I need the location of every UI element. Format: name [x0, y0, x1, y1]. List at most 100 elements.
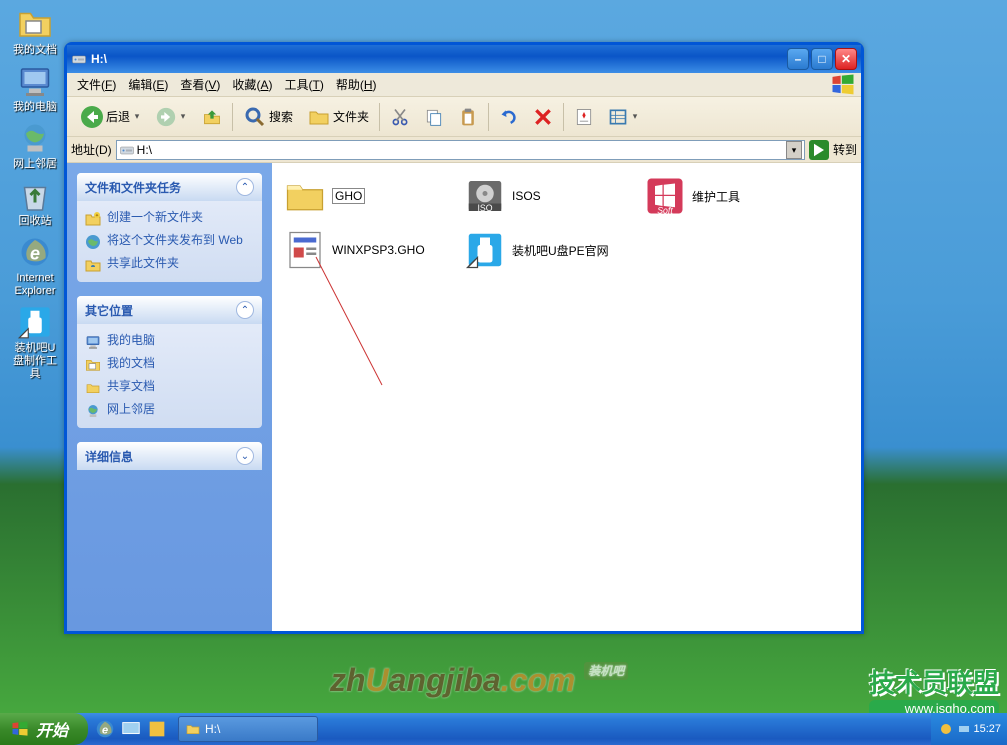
desktop-icon-recycle-bin[interactable]: 回收站: [10, 177, 60, 228]
panel-other-places: 其它位置 ⌃ 我的电脑 我的文档 共享文档 网上邻居: [77, 296, 262, 428]
chevron-up-icon[interactable]: ⌃: [236, 178, 254, 196]
start-label: 开始: [36, 717, 68, 741]
content-area: 文件和文件夹任务 ⌃ 创建一个新文件夹 将这个文件夹发布到 Web 共享此文件夹…: [67, 163, 861, 631]
panel-header[interactable]: 文件和文件夹任务 ⌃: [77, 173, 262, 201]
tray-icon[interactable]: [957, 722, 971, 736]
watermark-jsgho: 技术员联盟 www.jsgho.com: [869, 663, 999, 717]
panel-file-tasks: 文件和文件夹任务 ⌃ 创建一个新文件夹 将这个文件夹发布到 Web 共享此文件夹: [77, 173, 262, 282]
explorer-window: H:\ – □ ✕ 文件(F) 编辑(E) 查看(V) 收藏(A) 工具(T) …: [64, 42, 864, 634]
up-button[interactable]: [196, 105, 228, 129]
minimize-button[interactable]: –: [787, 48, 809, 70]
desktop-icon-my-documents[interactable]: 我的文档: [10, 6, 60, 57]
separator: [563, 103, 564, 131]
desktop-icon-label: 回收站: [10, 215, 60, 228]
cut-button[interactable]: [384, 105, 416, 129]
place-label: 我的电脑: [107, 333, 155, 348]
task-new-folder[interactable]: 创建一个新文件夹: [85, 207, 254, 230]
quick-launch-item[interactable]: [146, 718, 168, 740]
window-title: H:\: [91, 52, 785, 66]
folder-icon: [284, 175, 326, 217]
file-label: WINXPSP3.GHO: [332, 243, 425, 257]
desktop-icon-label: Internet Explorer: [10, 272, 60, 298]
back-label: 后退: [106, 108, 130, 125]
file-area[interactable]: GHO ISOS 维护工具 WINXPSP3.GHO 装机吧U盘PE官网: [272, 163, 861, 631]
desktop-icon-internet-explorer[interactable]: Internet Explorer: [10, 234, 60, 298]
forward-button[interactable]: ▾: [150, 105, 194, 129]
chevron-down-icon[interactable]: ▾: [178, 111, 188, 122]
desktop-icon-network-places[interactable]: 网上邻居: [10, 120, 60, 171]
chevron-down-icon[interactable]: ▾: [132, 111, 142, 122]
task-share-folder[interactable]: 共享此文件夹: [85, 253, 254, 276]
system-tray[interactable]: 15:27: [931, 713, 1007, 745]
chevron-down-icon[interactable]: ▾: [630, 111, 640, 122]
desktop-icon-label: 我的电脑: [10, 101, 60, 114]
desktop-icon-label: 我的文档: [10, 44, 60, 57]
undo-button[interactable]: [493, 105, 525, 129]
address-input[interactable]: [137, 143, 786, 157]
menu-tools[interactable]: 工具(T): [278, 74, 329, 95]
delete-button[interactable]: [527, 105, 559, 129]
usb-tool-icon: [17, 304, 53, 340]
chevron-down-icon[interactable]: ⌄: [236, 447, 254, 465]
taskbar-task-explorer[interactable]: H:\: [178, 716, 318, 742]
file-item-maintenance-tools[interactable]: 维护工具: [644, 175, 824, 217]
separator: [488, 103, 489, 131]
menu-view[interactable]: 查看(V): [174, 74, 226, 95]
toolbar: 后退▾ ▾ 搜索 文件夹 ▾: [67, 97, 861, 137]
menu-help[interactable]: 帮助(H): [330, 74, 383, 95]
sidebar: 文件和文件夹任务 ⌃ 创建一个新文件夹 将这个文件夹发布到 Web 共享此文件夹…: [67, 163, 272, 631]
chevron-up-icon[interactable]: ⌃: [236, 301, 254, 319]
search-button[interactable]: 搜索: [237, 103, 299, 131]
quick-launch-ie[interactable]: [94, 718, 116, 740]
place-label: 共享文档: [107, 379, 155, 394]
properties-button[interactable]: [568, 105, 600, 129]
file-item-isos[interactable]: ISOS: [464, 175, 644, 217]
menu-favorites[interactable]: 收藏(A): [226, 74, 278, 95]
file-label: 维护工具: [692, 188, 740, 205]
desktop-icons-column: 我的文档 我的电脑 网上邻居 回收站 Internet Explorer 装机吧…: [10, 0, 70, 387]
task-label: 共享此文件夹: [107, 256, 179, 271]
panel-title: 详细信息: [85, 448, 236, 465]
file-item-winxpsp3-gho[interactable]: WINXPSP3.GHO: [284, 229, 464, 271]
place-label: 我的文档: [107, 356, 155, 371]
clock[interactable]: 15:27: [973, 723, 1001, 735]
task-publish-web[interactable]: 将这个文件夹发布到 Web: [85, 230, 254, 253]
paste-button[interactable]: [452, 105, 484, 129]
place-shared-documents[interactable]: 共享文档: [85, 376, 254, 399]
desktop-icon-zhuangji-tool[interactable]: 装机吧U盘制作工具: [10, 304, 60, 381]
copy-button[interactable]: [418, 105, 450, 129]
windows-logo-icon: [10, 719, 30, 739]
place-my-documents[interactable]: 我的文档: [85, 353, 254, 376]
file-item-gho-folder[interactable]: GHO: [284, 175, 464, 217]
folders-label: 文件夹: [333, 108, 369, 125]
task-label: 将这个文件夹发布到 Web: [107, 233, 243, 248]
quick-launch: [88, 718, 174, 740]
separator: [232, 103, 233, 131]
folder-icon: [185, 721, 201, 737]
address-bar: 地址(D) ▾ 转到: [67, 137, 861, 163]
task-label: 创建一个新文件夹: [107, 210, 203, 225]
file-label: 装机吧U盘PE官网: [512, 242, 609, 259]
recycle-bin-icon: [17, 177, 53, 213]
network-icon: [17, 120, 53, 156]
titlebar[interactable]: H:\ – □ ✕: [67, 45, 861, 73]
file-item-zhuangji-pe-site[interactable]: 装机吧U盘PE官网: [464, 229, 644, 271]
views-button[interactable]: ▾: [602, 105, 646, 129]
back-button[interactable]: 后退▾: [74, 103, 148, 131]
menu-edit[interactable]: 编辑(E): [122, 74, 174, 95]
task-label: H:\: [205, 722, 220, 736]
address-label: 地址(D): [71, 141, 112, 158]
panel-header[interactable]: 其它位置 ⌃: [77, 296, 262, 324]
gho-file-icon: [284, 229, 326, 271]
tray-icon[interactable]: [939, 722, 953, 736]
menu-file[interactable]: 文件(F): [71, 74, 122, 95]
desktop-icon-my-computer[interactable]: 我的电脑: [10, 63, 60, 114]
start-button[interactable]: 开始: [0, 713, 88, 745]
folders-button[interactable]: 文件夹: [301, 103, 375, 131]
address-dropdown-button[interactable]: ▾: [786, 141, 802, 159]
place-network[interactable]: 网上邻居: [85, 399, 254, 422]
panel-header[interactable]: 详细信息 ⌄: [77, 442, 262, 470]
go-button[interactable]: [809, 140, 829, 160]
quick-launch-desktop[interactable]: [120, 718, 142, 740]
place-my-computer[interactable]: 我的电脑: [85, 330, 254, 353]
